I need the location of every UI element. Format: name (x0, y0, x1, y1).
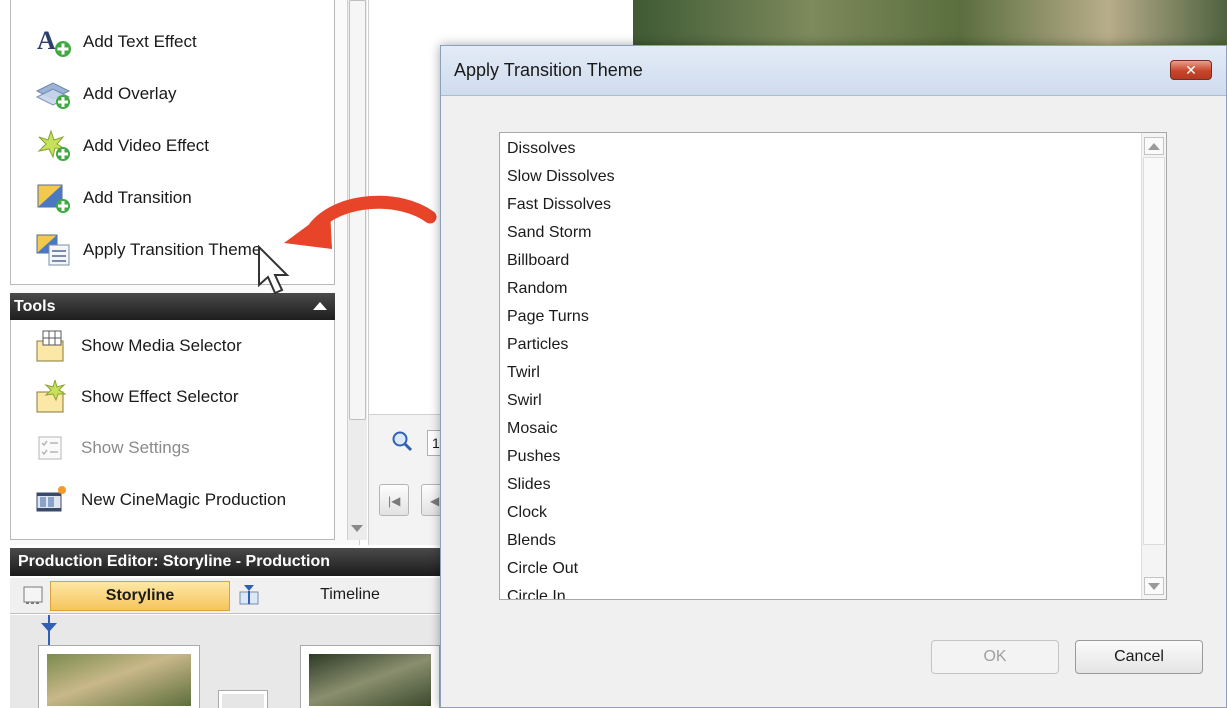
annotation-arrow-icon (284, 195, 437, 249)
production-editor-header: Production Editor: Storyline - Productio… (10, 548, 440, 576)
task-label: Add Text Effect (83, 32, 197, 51)
production-editor-tabs: Storyline Timeline (10, 578, 440, 614)
theme-list-item[interactable]: Mosaic (506, 415, 615, 443)
dialog-title: Apply Transition Theme (454, 60, 643, 80)
video-preview (633, 0, 1227, 50)
transition-theme-icon (35, 233, 73, 267)
theme-list-item[interactable]: Twirl (506, 359, 615, 387)
show-effect-selector-item[interactable]: Show Effect Selector (11, 377, 331, 417)
clip-thumbnail (309, 654, 431, 706)
media-selector-icon (33, 329, 71, 363)
theme-list-item[interactable]: Slow Dissolves (506, 163, 615, 191)
transition-slot-thumbnail (222, 694, 264, 708)
scroll-down-icon[interactable] (1144, 577, 1164, 595)
tool-label: Show Effect Selector (81, 387, 239, 406)
list-scroll-thumb[interactable] (1143, 157, 1165, 545)
transition-icon (35, 181, 73, 215)
cinemagic-icon (33, 483, 71, 517)
theme-list-items: Dissolves Slow Dissolves Fast Dissolves San… (506, 135, 615, 599)
theme-list-item[interactable]: Random (506, 275, 615, 303)
zoom-icon[interactable] (391, 430, 413, 452)
theme-list-item[interactable]: Slides (506, 471, 615, 499)
theme-list-item[interactable]: Circle Out (506, 555, 615, 583)
theme-list-item[interactable]: Pushes (506, 443, 615, 471)
scroll-up-icon[interactable] (1144, 137, 1164, 155)
tool-label: Show Media Selector (81, 336, 242, 355)
effect-selector-icon (33, 378, 71, 414)
new-cinemagic-production-item[interactable]: New CineMagic Production (11, 480, 331, 520)
apply-transition-theme-dialog: Apply Transition Theme ✕ Dissolves Slow D… (440, 45, 1227, 708)
left-panel-scrollbar[interactable] (347, 0, 367, 540)
storyline-icon (22, 584, 44, 606)
dialog-title-bar[interactable]: Apply Transition Theme ✕ (441, 46, 1226, 96)
tools-list: Show Media Selector Show Effect Selector (10, 320, 335, 540)
close-button[interactable]: ✕ (1170, 60, 1212, 80)
first-frame-button[interactable]: |◀ (379, 484, 409, 516)
add-video-effect-item[interactable]: Add Video Effect (11, 126, 331, 166)
clip-thumbnail (47, 654, 191, 706)
task-label: Add Transition (83, 188, 192, 207)
theme-list-item[interactable]: Clock (506, 499, 615, 527)
theme-list-item[interactable]: Page Turns (506, 303, 615, 331)
theme-list-item[interactable]: Swirl (506, 387, 615, 415)
settings-icon (33, 431, 71, 465)
theme-list-item[interactable]: Circle In (506, 583, 615, 599)
close-icon: ✕ (1185, 62, 1197, 78)
tools-header-label: Tools (14, 298, 56, 315)
storyline-clip[interactable] (300, 645, 440, 708)
theme-list-item[interactable]: Dissolves (506, 135, 615, 163)
video-effect-icon (35, 129, 73, 163)
tools-section-header[interactable]: Tools (10, 293, 335, 320)
show-settings-item[interactable]: Show Settings (11, 428, 331, 468)
tool-label: Show Settings (81, 438, 190, 457)
text-effect-icon: A (35, 25, 73, 59)
task-label: Add Overlay (83, 84, 177, 103)
add-overlay-item[interactable]: Add Overlay (11, 74, 331, 114)
overlay-icon (35, 77, 73, 111)
add-text-effect-item[interactable]: A Add Text Effect (11, 22, 331, 62)
theme-list-item[interactable]: Fast Dissolves (506, 191, 615, 219)
transition-slot[interactable] (218, 690, 268, 708)
tab-storyline[interactable]: Storyline (50, 581, 230, 611)
storyline-clip[interactable] (38, 645, 200, 708)
list-scrollbar[interactable] (1141, 133, 1166, 599)
tab-timeline[interactable]: Timeline (270, 581, 430, 611)
theme-list-item[interactable]: Blends (506, 527, 615, 555)
scroll-down-icon[interactable] (351, 525, 363, 532)
task-label: Add Video Effect (83, 136, 210, 155)
skip-start-icon: |◀ (388, 494, 401, 508)
theme-list-item[interactable]: Billboard (506, 247, 615, 275)
task-label: Apply Transition Theme (83, 240, 262, 259)
svg-text:A: A (37, 26, 56, 55)
transition-theme-list[interactable]: Dissolves Slow Dissolves Fast Dissolves San… (499, 132, 1167, 600)
collapse-icon[interactable] (313, 302, 327, 310)
mouse-cursor-icon (258, 245, 290, 295)
playhead-marker-icon[interactable] (41, 623, 57, 632)
storyline-track[interactable] (10, 615, 440, 708)
theme-list-item[interactable]: Particles (506, 331, 615, 359)
left-panel: A Add Text Effect Add Overlay Add Video … (10, 0, 367, 545)
show-media-selector-item[interactable]: Show Media Selector (11, 326, 331, 366)
ok-button[interactable]: OK (931, 640, 1059, 674)
timeline-icon (238, 584, 260, 606)
cancel-button[interactable]: Cancel (1075, 640, 1203, 674)
theme-list-item[interactable]: Sand Storm (506, 219, 615, 247)
step-back-icon: ◀ (430, 494, 440, 508)
tool-label: New CineMagic Production (81, 490, 287, 509)
